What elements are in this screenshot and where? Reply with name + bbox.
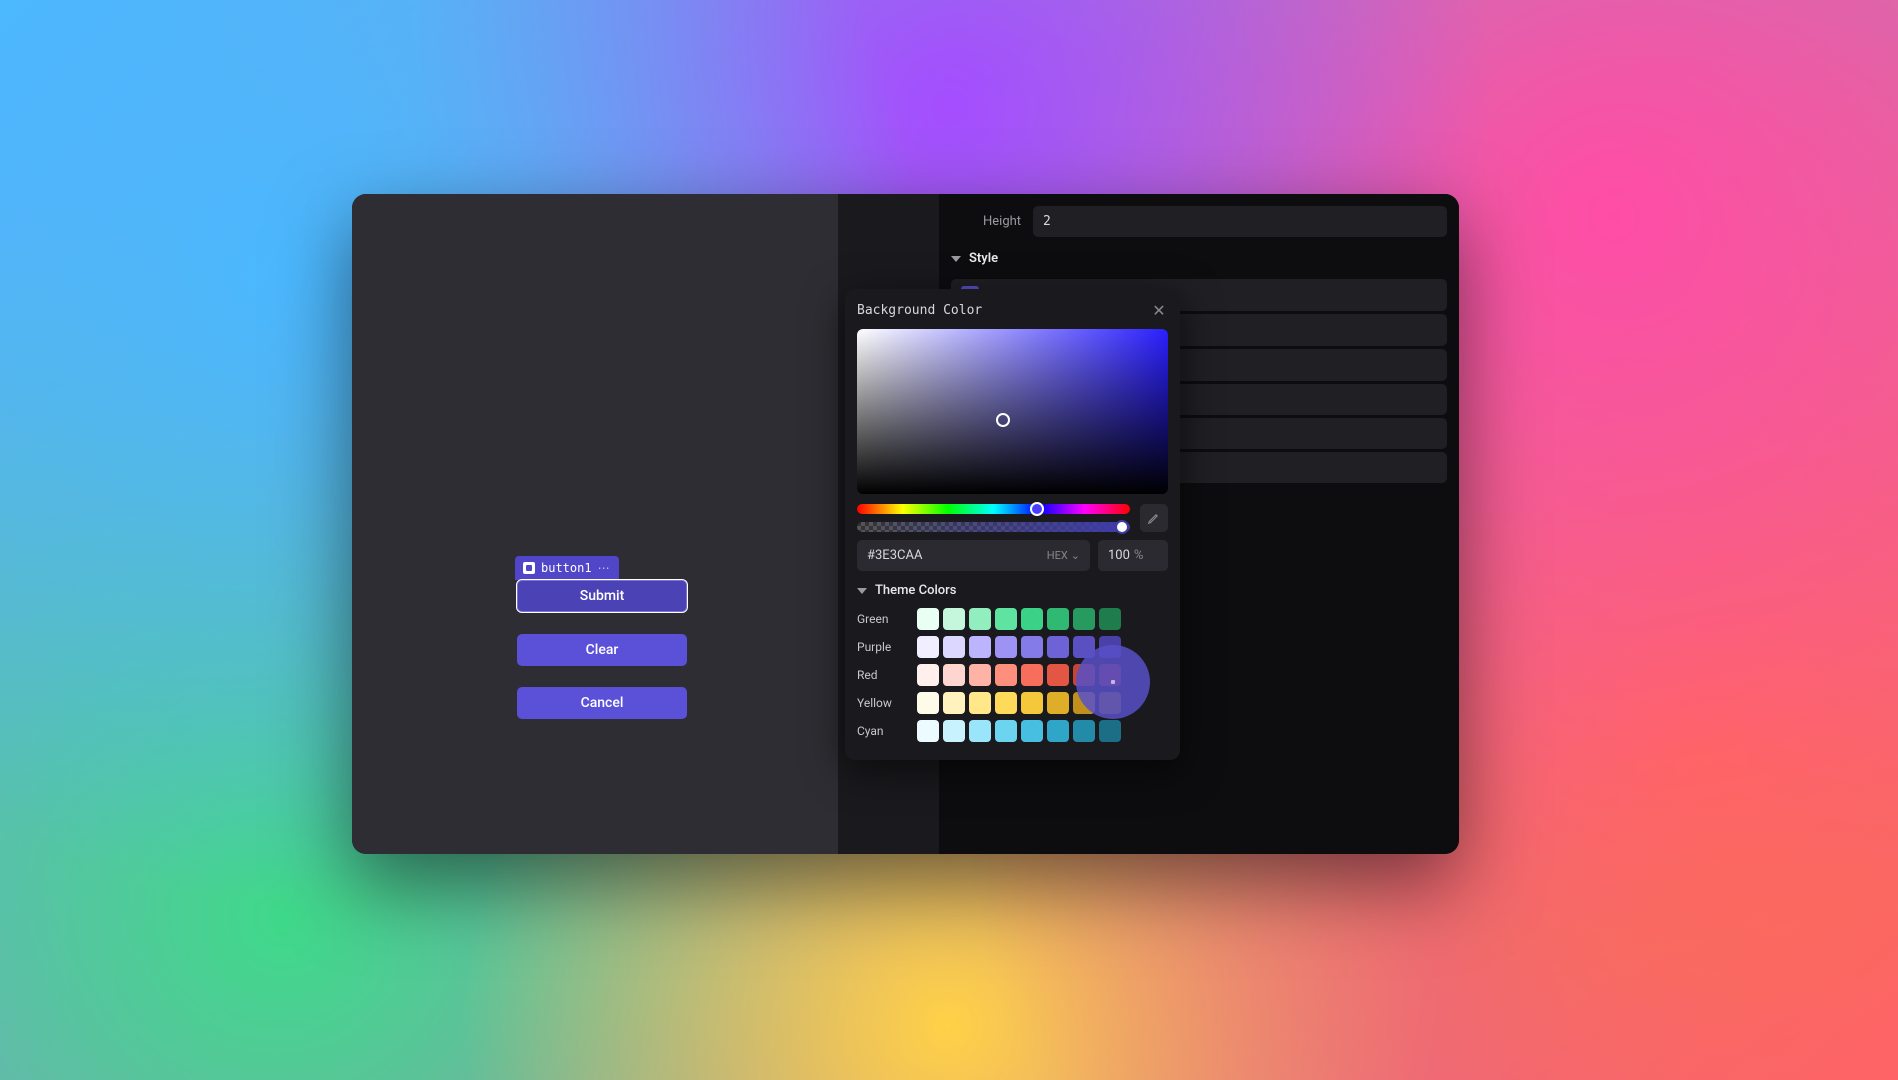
format-selector[interactable]: HEX⌄ <box>1047 549 1080 562</box>
palette-row-red: Red <box>857 664 1168 686</box>
style-section-header[interactable]: Style <box>939 241 1459 276</box>
theme-swatch[interactable] <box>1047 692 1069 714</box>
selected-element-name: button1 <box>541 561 592 575</box>
chevron-down-icon <box>951 256 961 262</box>
theme-swatch[interactable] <box>1073 636 1095 658</box>
theme-swatch[interactable] <box>969 636 991 658</box>
theme-swatch[interactable] <box>1073 692 1095 714</box>
theme-swatch[interactable] <box>1021 608 1043 630</box>
component-icon <box>523 562 535 574</box>
theme-swatch[interactable] <box>1073 608 1095 630</box>
theme-swatch[interactable] <box>969 664 991 686</box>
theme-swatch[interactable] <box>1099 636 1121 658</box>
theme-swatch[interactable] <box>1073 664 1095 686</box>
height-label: Height <box>951 214 1021 229</box>
theme-swatch[interactable] <box>1021 692 1043 714</box>
theme-swatch[interactable] <box>917 608 939 630</box>
canvas-area[interactable]: button1 ⋯ Submit Clear Cancel <box>352 194 839 854</box>
theme-swatch[interactable] <box>917 720 939 742</box>
canvas-button-cancel[interactable]: Cancel <box>517 687 687 719</box>
theme-swatch[interactable] <box>1047 636 1069 658</box>
chevron-down-icon <box>857 588 867 594</box>
theme-swatch[interactable] <box>1021 636 1043 658</box>
palette-row-green: Green <box>857 608 1168 630</box>
theme-swatch[interactable] <box>995 720 1017 742</box>
canvas-button-clear[interactable]: Clear <box>517 634 687 666</box>
hue-thumb[interactable] <box>1030 502 1044 516</box>
theme-swatch[interactable] <box>1021 664 1043 686</box>
close-icon[interactable]: ✕ <box>1150 301 1168 319</box>
palette-row-yellow: Yellow <box>857 692 1168 714</box>
theme-swatch[interactable] <box>1099 692 1121 714</box>
chevron-down-icon: ⌄ <box>1071 549 1080 562</box>
alpha-thumb[interactable] <box>1115 520 1129 534</box>
theme-swatch[interactable] <box>1099 720 1121 742</box>
theme-swatch[interactable] <box>1073 720 1095 742</box>
theme-swatch[interactable] <box>1099 608 1121 630</box>
theme-swatch[interactable] <box>943 636 965 658</box>
height-input[interactable]: 2 <box>1033 206 1447 237</box>
theme-swatch[interactable] <box>917 636 939 658</box>
eyedropper-icon <box>1147 511 1161 525</box>
canvas-button-submit[interactable]: Submit <box>517 580 687 612</box>
palette-label: Purple <box>857 640 909 654</box>
hue-slider[interactable] <box>857 504 1130 514</box>
theme-colors-header[interactable]: Theme Colors <box>857 583 1168 598</box>
theme-swatch[interactable] <box>969 720 991 742</box>
palette-label: Yellow <box>857 696 909 710</box>
color-picker-popup: Background Color ✕ #3E3CAA HEX⌄ 100 % Th… <box>845 289 1180 760</box>
alpha-slider[interactable] <box>857 522 1130 532</box>
palette-row-cyan: Cyan <box>857 720 1168 742</box>
palette-row-purple: Purple <box>857 636 1168 658</box>
theme-swatch[interactable] <box>917 692 939 714</box>
theme-swatch[interactable] <box>1047 608 1069 630</box>
hex-input[interactable]: #3E3CAA HEX⌄ <box>857 540 1090 571</box>
theme-swatch[interactable] <box>995 692 1017 714</box>
palette-label: Cyan <box>857 724 909 738</box>
palette-label: Green <box>857 612 909 626</box>
selection-tag[interactable]: button1 ⋯ <box>515 556 619 580</box>
popup-title: Background Color <box>857 303 982 318</box>
opacity-input[interactable]: 100 % <box>1098 540 1168 571</box>
theme-swatch[interactable] <box>1047 720 1069 742</box>
more-icon[interactable]: ⋯ <box>598 561 611 575</box>
theme-swatch[interactable] <box>969 692 991 714</box>
theme-swatch[interactable] <box>1047 664 1069 686</box>
theme-swatch[interactable] <box>995 636 1017 658</box>
theme-swatch[interactable] <box>995 608 1017 630</box>
theme-swatch[interactable] <box>943 720 965 742</box>
theme-swatch[interactable] <box>1099 664 1121 686</box>
theme-swatch[interactable] <box>943 692 965 714</box>
theme-swatch[interactable] <box>995 664 1017 686</box>
theme-swatch[interactable] <box>943 608 965 630</box>
theme-swatch[interactable] <box>943 664 965 686</box>
eyedropper-button[interactable] <box>1140 504 1168 532</box>
saturation-value-area[interactable] <box>857 329 1168 494</box>
theme-swatch[interactable] <box>917 664 939 686</box>
theme-swatch[interactable] <box>1021 720 1043 742</box>
theme-swatch[interactable] <box>969 608 991 630</box>
sv-cursor[interactable] <box>996 413 1010 427</box>
palette-label: Red <box>857 668 909 682</box>
